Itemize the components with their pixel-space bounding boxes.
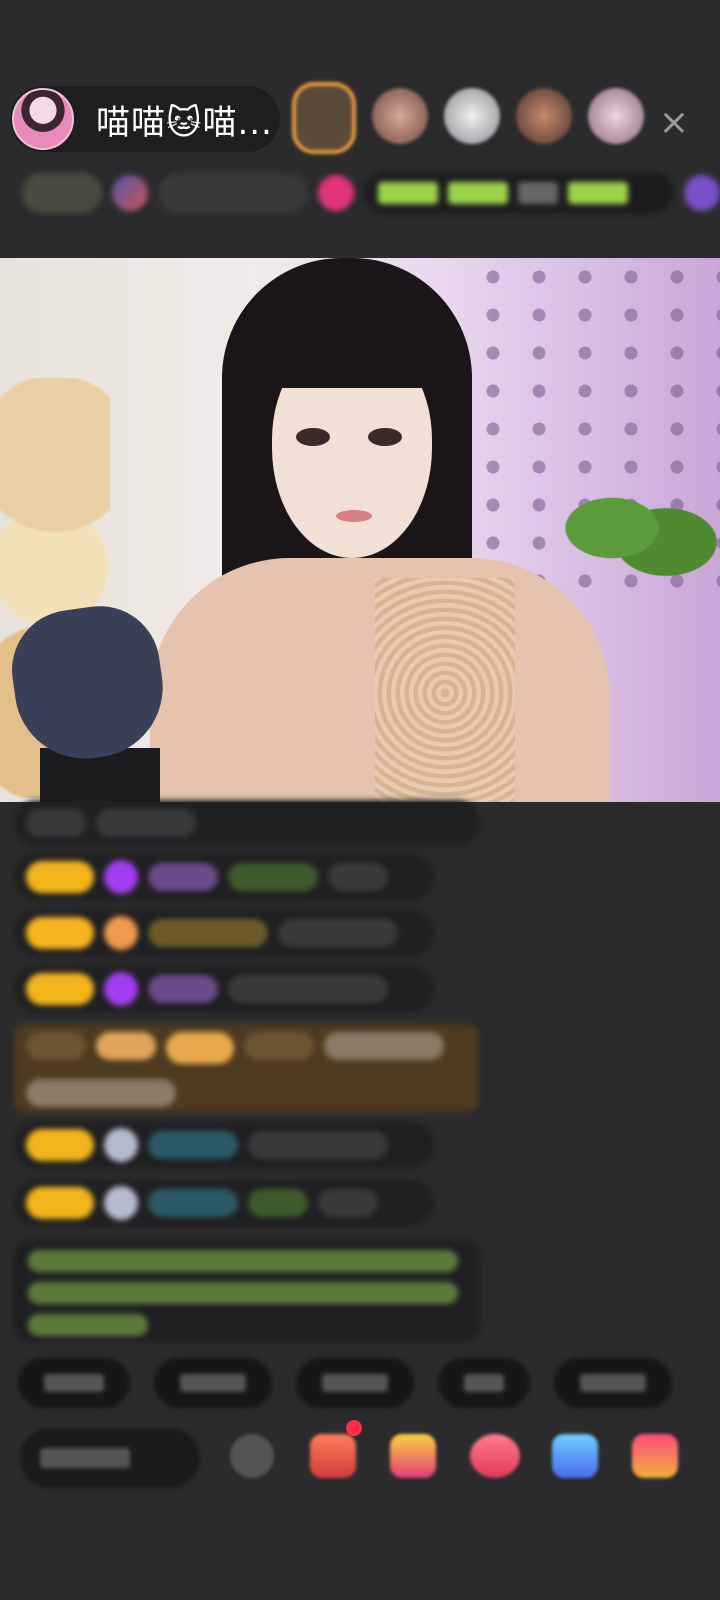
chat-message[interactable] xyxy=(14,1180,434,1226)
ticker-segment xyxy=(378,182,438,204)
chat-message-notice xyxy=(14,1240,480,1342)
gift-icon xyxy=(104,916,138,950)
message-text xyxy=(26,809,86,837)
mention xyxy=(228,863,318,891)
ticker-segment xyxy=(568,182,628,204)
message-text xyxy=(324,1032,444,1060)
chat-message-highlight[interactable] xyxy=(14,1024,478,1112)
live-icon[interactable] xyxy=(318,175,354,211)
viewer-avatar[interactable] xyxy=(516,88,572,144)
plant-decoration xyxy=(540,458,720,598)
chat-message[interactable] xyxy=(14,854,434,900)
activity-icon[interactable] xyxy=(684,175,720,211)
username[interactable] xyxy=(148,1189,238,1217)
lips xyxy=(336,510,372,522)
username[interactable] xyxy=(148,919,268,947)
host-avatar[interactable] xyxy=(12,88,74,150)
close-button[interactable]: × xyxy=(652,100,696,144)
viewer-avatar[interactable] xyxy=(372,88,428,144)
chat-message-system xyxy=(14,800,480,846)
quick-reply-chip[interactable] xyxy=(554,1358,672,1408)
level-badge xyxy=(26,861,94,893)
rank-icon xyxy=(112,175,148,211)
viewer-avatar-list xyxy=(292,82,644,154)
chat-message[interactable] xyxy=(14,910,434,956)
message-text xyxy=(96,809,196,837)
host-info[interactable]: 喵喵🐱喵... xyxy=(10,86,280,152)
game-icon[interactable] xyxy=(552,1434,598,1478)
eye-left xyxy=(296,428,330,446)
more-gifts-icon[interactable] xyxy=(632,1434,678,1478)
level-badge xyxy=(26,1129,94,1161)
live-info-row xyxy=(22,170,720,216)
tag xyxy=(96,1032,156,1060)
host-name[interactable]: 喵喵🐱喵... xyxy=(96,95,273,144)
notice-text xyxy=(28,1250,458,1272)
quick-reply-chip[interactable] xyxy=(18,1358,130,1408)
level-badge xyxy=(26,1187,94,1219)
heart-gift-icon[interactable] xyxy=(470,1434,520,1478)
username[interactable] xyxy=(244,1032,314,1060)
diamond-icon xyxy=(104,972,138,1006)
treasure-icon[interactable] xyxy=(390,1434,436,1478)
level-badge xyxy=(26,973,94,1005)
bottom-action-bar xyxy=(0,1420,720,1494)
tag xyxy=(26,1032,86,1060)
live-video[interactable] xyxy=(0,258,720,802)
quick-reply-chip[interactable] xyxy=(296,1358,414,1408)
username[interactable] xyxy=(148,975,218,1003)
chat-input[interactable] xyxy=(20,1428,200,1488)
ranking-ticker[interactable] xyxy=(364,172,674,214)
username[interactable] xyxy=(148,863,218,891)
notice-text xyxy=(28,1314,148,1336)
message-text xyxy=(228,975,388,1003)
message-text xyxy=(26,1079,176,1107)
quick-reply-chip[interactable] xyxy=(438,1358,530,1408)
notice-text xyxy=(28,1282,458,1304)
level-badge xyxy=(26,917,94,949)
viewer-avatar[interactable] xyxy=(292,82,356,154)
viewer-avatar[interactable] xyxy=(588,88,644,144)
close-icon: × xyxy=(658,101,690,143)
avatar-icon xyxy=(104,1128,138,1162)
ticker-segment xyxy=(518,182,558,204)
message-text xyxy=(328,863,388,891)
mention xyxy=(248,1189,308,1217)
notification-dot xyxy=(346,1420,362,1436)
rank-chip[interactable] xyxy=(158,173,308,213)
quick-reply-row xyxy=(18,1358,672,1408)
diamond-icon xyxy=(104,860,138,894)
chat-message[interactable] xyxy=(14,1122,434,1168)
hot-badge[interactable] xyxy=(22,173,102,213)
message-text xyxy=(318,1189,378,1217)
emoji-icon[interactable] xyxy=(230,1434,274,1478)
viewer-avatar[interactable] xyxy=(444,88,500,144)
gift-box-icon[interactable] xyxy=(310,1434,356,1478)
avatar-icon xyxy=(104,1186,138,1220)
message-text xyxy=(248,1131,388,1159)
chat-message[interactable] xyxy=(14,966,434,1012)
username[interactable] xyxy=(148,1131,238,1159)
ticker-segment xyxy=(448,182,508,204)
quick-reply-chip[interactable] xyxy=(154,1358,272,1408)
message-text xyxy=(278,919,398,947)
level-badge xyxy=(166,1032,234,1064)
eye-right xyxy=(368,428,402,446)
dress-lace xyxy=(375,578,515,802)
